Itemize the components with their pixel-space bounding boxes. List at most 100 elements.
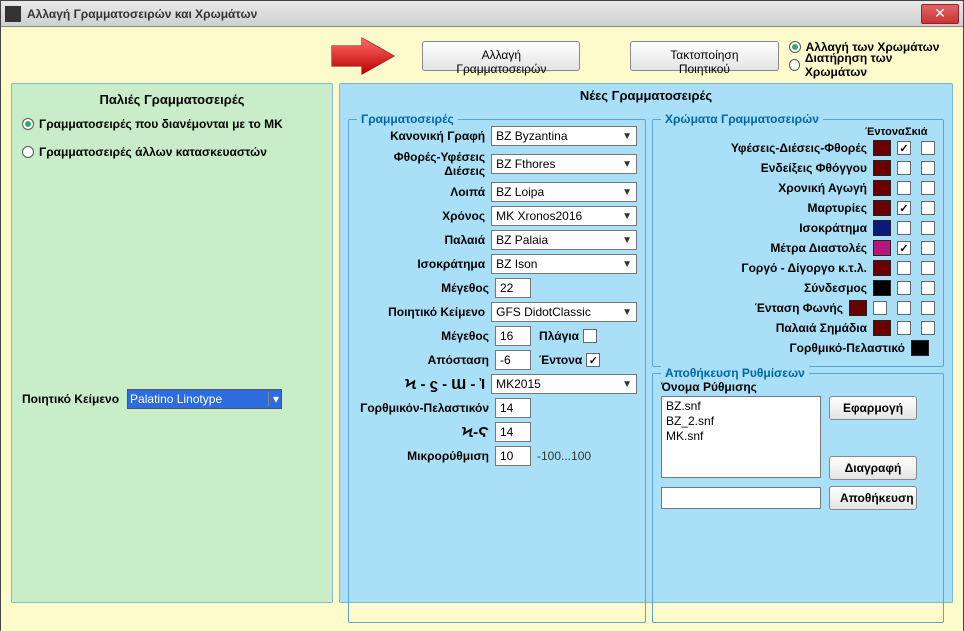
check-label: Έντονα (539, 353, 582, 367)
change-fonts-button[interactable]: Αλλαγή Γραμματοσειρών (422, 41, 580, 71)
color-swatch[interactable] (873, 160, 891, 176)
radio-label: Γραμματοσειρές που διανέμονται με το ΜΚ (39, 117, 283, 131)
color-swatch[interactable] (873, 240, 891, 256)
skia-checkbox[interactable] (921, 321, 935, 335)
martyries-select[interactable]: MK2015 ▼ (491, 374, 637, 394)
entona-checkbox[interactable] (873, 301, 887, 315)
color-row-label: Σύνδεσμος (661, 281, 873, 295)
skia-checkbox[interactable] (921, 161, 935, 175)
skia-checkbox[interactable] (921, 221, 935, 235)
color-row-label: Χρονική Αγωγή (661, 181, 873, 195)
font-row-label: Ποιητικό Κείμενο (357, 305, 491, 319)
entona-checkbox[interactable] (897, 281, 911, 295)
select-value: BZ Loipa (496, 185, 544, 199)
font-select[interactable]: BZ Palaia▼ (491, 230, 637, 250)
color-swatch[interactable] (873, 200, 891, 216)
save-button[interactable]: Αποθήκευση (829, 486, 917, 510)
radio-icon (22, 118, 34, 130)
skia-checkbox[interactable] (897, 301, 911, 315)
bold-checkbox[interactable]: Έντονα (539, 353, 600, 367)
close-button[interactable]: ✕ (921, 4, 959, 24)
settings-fieldset: Αποθήκευση Ρυθμίσεων Όνομα Ρύθμισης BZ.s… (652, 373, 944, 623)
font-row-label: Ισοκράτημα (357, 257, 491, 271)
chevron-down-icon: ▼ (622, 131, 632, 142)
color-row-label: Παλαιά Σημάδια (661, 321, 873, 335)
color-row-label: Γορθμικό-Πελαστικό (661, 341, 911, 355)
color-swatch[interactable] (873, 260, 891, 276)
entona-checkbox[interactable] (897, 321, 911, 335)
size2-input[interactable]: 16 (495, 326, 531, 346)
entona-checkbox[interactable] (897, 181, 911, 195)
font-row-label: Φθορές-Υφέσεις Διέσεις (357, 150, 491, 178)
skia-checkbox[interactable] (921, 181, 935, 195)
color-row-label: Υφέσεις-Διέσεις-Φθορές (661, 141, 873, 155)
old-poetic-select[interactable]: Palatino Linotype ▾ (127, 389, 282, 409)
color-swatch[interactable] (873, 220, 891, 236)
color-row-label: Γοργό - Δίγοργο κ.τ.λ. (661, 261, 873, 275)
font-select[interactable]: BZ Ison▼ (491, 254, 637, 274)
color-row-label: Ένταση Φωνής (661, 301, 849, 315)
select-value: GFS DidotClassic (496, 305, 591, 319)
font-select[interactable]: MK Xronos2016▼ (491, 206, 637, 226)
skia-checkbox[interactable] (921, 141, 935, 155)
font-row-label: Κανονική Γραφή (357, 129, 491, 143)
font-num-input[interactable]: 22 (495, 278, 531, 298)
settings-list-item[interactable]: BZ_2.snf (666, 414, 816, 429)
martyries-label: Ϟ - ϛ - Ɯ - Ἰ (357, 376, 491, 393)
color-swatch[interactable] (873, 320, 891, 336)
entona-checkbox[interactable] (897, 241, 911, 255)
special-input[interactable]: 14 (495, 422, 531, 442)
check-label: Πλάγια (539, 329, 579, 343)
special-label: Ϟ-Ϛ (357, 424, 495, 441)
skia-checkbox[interactable] (921, 201, 935, 215)
font-select[interactable]: BZ Fthores ▼ (491, 154, 637, 174)
radio-icon (789, 59, 800, 71)
font-select[interactable]: BZ Byzantina▼ (491, 126, 637, 146)
size2-label: Μέγεθος (357, 329, 495, 343)
entona-checkbox[interactable] (897, 201, 911, 215)
spacing-input[interactable]: -6 (495, 350, 531, 370)
settings-list-item[interactable]: BZ.snf (666, 399, 816, 414)
font-select[interactable]: BZ Loipa▼ (491, 182, 637, 202)
gorthm-input[interactable]: 14 (495, 398, 531, 418)
titlebar: Αλλαγή Γραμματοσειρών και Χρωμάτων ✕ (1, 1, 963, 27)
fonts-legend: Γραμματοσειρές (357, 112, 458, 126)
color-swatch[interactable] (873, 280, 891, 296)
radio-other-fonts[interactable]: Γραμματοσειρές άλλων κατασκευαστών (22, 145, 322, 159)
checkbox-icon (583, 329, 597, 343)
color-row-label: Ισοκράτημα (661, 221, 873, 235)
chevron-down-icon: ▼ (622, 259, 632, 270)
entona-checkbox[interactable] (897, 161, 911, 175)
color-swatch[interactable] (911, 340, 929, 356)
font-select[interactable]: GFS DidotClassic▼ (491, 302, 637, 322)
skia-checkbox[interactable] (921, 261, 935, 275)
settings-name-input[interactable] (661, 487, 821, 509)
entona-checkbox[interactable] (897, 141, 911, 155)
font-row-label: Λοιπά (357, 185, 491, 199)
arrange-poetic-button[interactable]: Τακτοποίηση Ποιητικού (630, 41, 778, 71)
entona-checkbox[interactable] (897, 221, 911, 235)
font-row-label: Μέγεθος (357, 281, 495, 295)
skia-checkbox[interactable] (921, 241, 935, 255)
app-icon (5, 6, 21, 22)
checkbox-icon (586, 353, 600, 367)
delete-button[interactable]: Διαγραφή (829, 456, 917, 480)
chevron-down-icon: ▾ (268, 392, 279, 406)
extra-checkbox[interactable] (921, 301, 935, 315)
color-swatch[interactable] (849, 300, 867, 316)
skia-checkbox[interactable] (921, 281, 935, 295)
settings-listbox[interactable]: BZ.snfBZ_2.snfMK.snf (661, 396, 821, 478)
micro-input[interactable]: 10 (495, 446, 531, 466)
settings-list-item[interactable]: MK.snf (666, 429, 816, 444)
color-swatch[interactable] (873, 140, 891, 156)
radio-keep-colors[interactable]: Διατήρηση των Χρωμάτων (789, 56, 947, 74)
apply-button[interactable]: Εφαρμογή (829, 396, 917, 420)
col-entona-header: Έντονα (865, 126, 901, 138)
entona-checkbox[interactable] (897, 261, 911, 275)
select-value: BZ Fthores (496, 157, 555, 171)
radio-mk-fonts[interactable]: Γραμματοσειρές που διανέμονται με το ΜΚ (22, 117, 322, 131)
color-swatch[interactable] (873, 180, 891, 196)
italics-checkbox[interactable]: Πλάγια (539, 329, 597, 343)
new-fonts-title: Νέες Γραμματοσειρές (348, 88, 944, 103)
chevron-down-icon: ▼ (622, 159, 632, 170)
